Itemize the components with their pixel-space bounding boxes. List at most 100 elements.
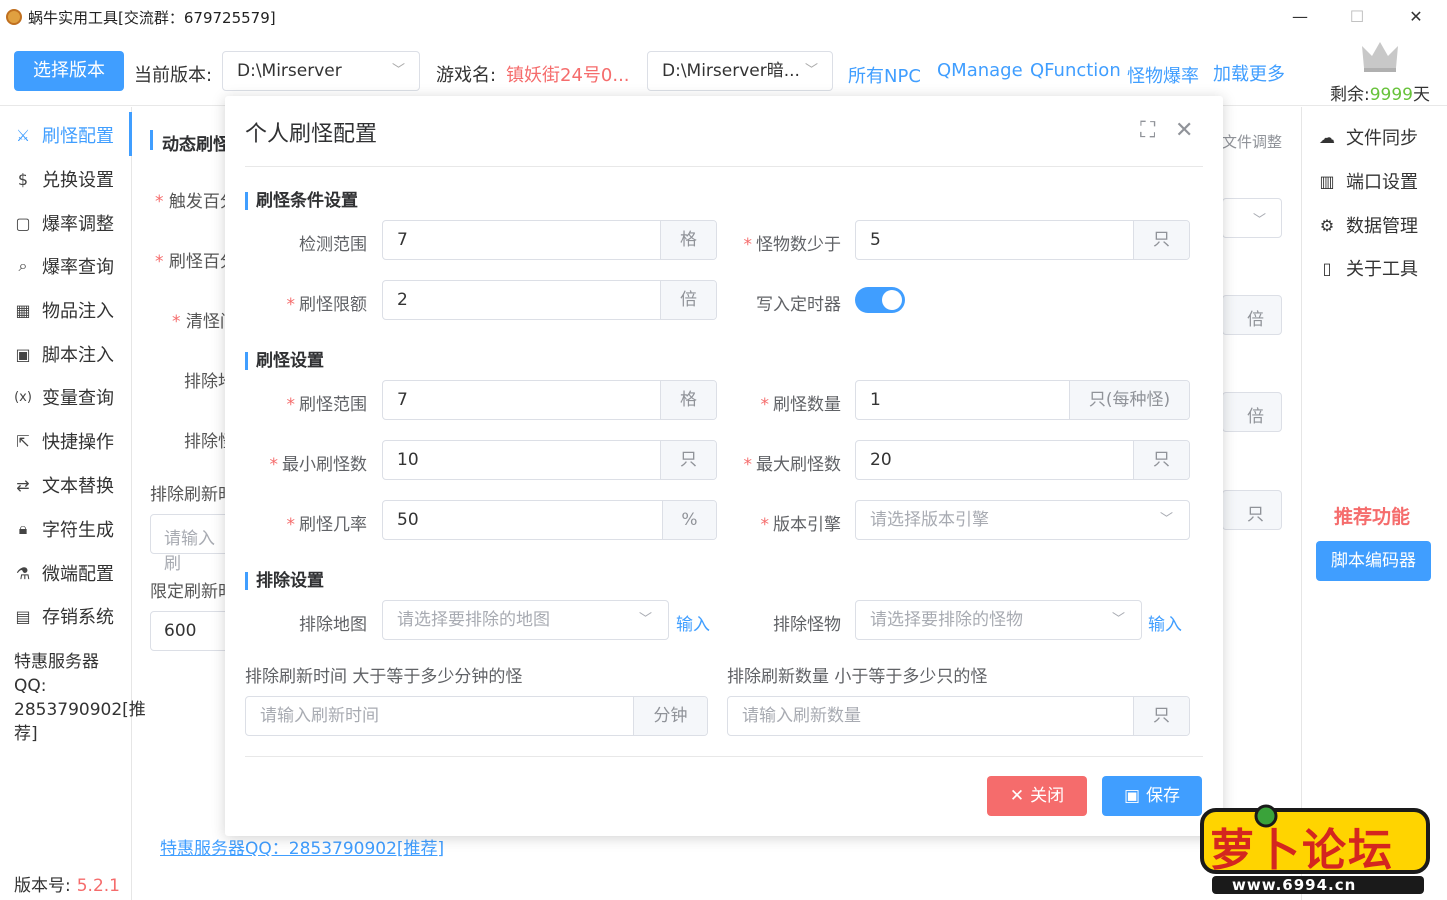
detect-range-label: 检测范围 — [299, 235, 367, 255]
write-timer-label: 写入定时器 — [756, 295, 841, 315]
sidebar-promo: 特惠服务器 QQ: 2853790902[推 荐] — [14, 652, 146, 744]
link-qmanage[interactable]: QManage — [937, 60, 1023, 81]
sidebar-item-drop-rate[interactable]: ▢ 爆率调整 — [12, 208, 114, 238]
current-version-label: 当前版本: — [134, 65, 213, 86]
sidebar-item-text-replace[interactable]: ⇄ 文本替换 — [12, 470, 114, 500]
close-icon: ✕ — [1009, 786, 1025, 806]
exclude-monster-label: 排除怪物 — [773, 615, 841, 635]
min-count-input[interactable]: 10 只 — [382, 440, 717, 480]
exclude-time-label: 排除刷新时间 大于等于多少分钟的怪 — [245, 667, 523, 687]
engine-select[interactable]: 请选择版本引擎 ﹀ — [855, 500, 1190, 540]
rs-item-port-settings[interactable]: ▥ 端口设置 — [1316, 168, 1418, 194]
dialog-close-button[interactable]: ✕ 关闭 — [987, 776, 1087, 816]
server-path-select[interactable]: D:\Mirserver暗... ﹀ — [647, 51, 833, 91]
sidebar-item-quick-action[interactable]: ⇱ 快捷操作 — [12, 426, 114, 456]
sidebar-item-item-inject[interactable]: ▦ 物品注入 — [12, 295, 114, 325]
exclude-qty-input[interactable]: 请输入刷新数量 只 — [727, 696, 1190, 736]
max-count-input[interactable]: 20 只 — [855, 440, 1190, 480]
tool-icon: ⚗ — [15, 563, 31, 583]
sidebar-item-exchange[interactable]: $ 兑换设置 — [12, 164, 114, 194]
sidebar-item-script-inject[interactable]: ▣ 脚本注入 — [12, 339, 114, 369]
close-window-button[interactable]: ✕ — [1396, 4, 1436, 30]
section-spawn: 刷怪设置 — [245, 352, 324, 370]
chevron-down-icon: ﹀ — [1159, 512, 1173, 527]
dialog-close-icon[interactable]: ✕ — [1175, 118, 1193, 143]
bg-unit-bei2: 倍 — [1222, 392, 1282, 432]
sidebar-item-spawn-config[interactable]: ⚔ 刷怪配置 — [12, 120, 114, 150]
footer-promo-link[interactable]: 特惠服务器QQ：2853790902[推荐] — [160, 834, 444, 859]
bg-exclude-refresh: 排除刷新时 — [150, 485, 235, 505]
current-version-select[interactable]: D:\Mirserver ﹀ — [222, 51, 420, 91]
port-icon: ▥ — [1319, 171, 1335, 191]
dialog-save-button[interactable]: ▣ 保存 — [1102, 776, 1202, 816]
sidebar-item-store-system[interactable]: ▤ 存销系统 — [12, 601, 114, 631]
link-all-npc[interactable]: 所有NPC — [848, 62, 921, 88]
sidebar-item-micro-client[interactable]: ⚗ 微端配置 — [12, 558, 114, 588]
monster-less-label: * 怪物数少于 — [743, 235, 842, 255]
variable-icon: (x) — [14, 389, 32, 405]
fullscreen-icon[interactable]: ⛶ — [1140, 118, 1155, 143]
maximize-button[interactable]: ☐ — [1337, 4, 1377, 30]
bg-section-bar — [150, 130, 153, 150]
clipboard-icon: ▯ — [1322, 258, 1332, 278]
exclude-monster-select[interactable]: 请选择要排除的怪物 ﹀ — [855, 600, 1142, 640]
game-name-value: 镇妖街24号0... — [506, 65, 630, 86]
external-link-icon: ⇱ — [16, 431, 30, 451]
bg-limit-input[interactable]: 600 — [150, 611, 230, 651]
title-bar: 蜗牛实用工具[交流群：679725579] — ☐ ✕ — [0, 0, 1447, 34]
link-load-more[interactable]: 加载更多 — [1213, 60, 1285, 86]
remaining-days: 9999 — [1369, 85, 1413, 105]
bg-unit-zhi: 只 — [1222, 490, 1282, 530]
version-info: 版本号: 5.2.1 — [14, 876, 120, 896]
exclude-time-input[interactable]: 请输入刷新时间 分钟 — [245, 696, 708, 736]
rs-item-file-sync[interactable]: ☁ 文件同步 — [1316, 124, 1418, 150]
bg-select-right[interactable]: ﹀ — [1222, 198, 1282, 238]
spawn-range-input[interactable]: 7 格 — [382, 380, 717, 420]
exclude-map-select[interactable]: 请选择要排除的地图 ﹀ — [382, 600, 669, 640]
exclude-map-label: 排除地图 — [299, 615, 367, 635]
forum-logo: 萝卜论坛 www.6994.cn — [1196, 800, 1436, 895]
section-exclude: 排除设置 — [245, 572, 324, 590]
select-version-button[interactable]: 选择版本 — [14, 51, 124, 91]
rs-item-data-manage[interactable]: ⚙ 数据管理 — [1316, 212, 1418, 238]
sidebar-item-drop-query[interactable]: ⌕ 爆率查询 — [12, 251, 114, 281]
link-monster-drop[interactable]: 怪物爆率 — [1127, 62, 1199, 88]
current-version-value: D:\Mirserver — [237, 61, 342, 81]
logo-text: 萝卜论坛 — [1210, 825, 1394, 876]
max-count-label: * 最大刷怪数 — [743, 455, 842, 475]
exclude-monster-input-link[interactable]: 输入 — [1148, 610, 1182, 635]
spawn-limit-input[interactable]: 2 倍 — [382, 280, 717, 320]
dialog-title: 个人刷怪配置 — [245, 122, 378, 147]
spawn-icon: ⚔ — [15, 125, 31, 145]
chevron-down-icon: ﹀ — [638, 612, 652, 627]
monster-less-input[interactable]: 5 只 — [855, 220, 1190, 260]
bg-section-title: 动态刷怪 — [162, 135, 230, 155]
exclude-map-input-link[interactable]: 输入 — [676, 610, 710, 635]
spawn-rate-input[interactable]: 50 % — [382, 500, 717, 540]
rs-item-about[interactable]: ▯ 关于工具 — [1316, 255, 1418, 281]
logo-url: www.6994.cn — [1232, 876, 1357, 894]
link-qfunction[interactable]: QFunction — [1030, 60, 1121, 81]
bg-limit-refresh: 限定刷新时 — [150, 582, 235, 602]
active-indicator — [129, 112, 132, 156]
engine-label: * 版本引擎 — [760, 515, 842, 535]
bg-refresh-input[interactable]: 请输入刷 — [150, 514, 230, 574]
exclude-qty-label: 排除刷新数量 小于等于多少只的怪 — [727, 667, 988, 687]
spawn-rate-label: * 刷怪几率 — [286, 515, 368, 535]
recommend-title: 推荐功能 — [1334, 506, 1411, 528]
minimize-button[interactable]: — — [1280, 4, 1320, 30]
sidebar-item-char-gen[interactable]: 🔒︎ 字符生成 — [12, 514, 114, 544]
window-title: 蜗牛实用工具[交流群：679725579] — [28, 8, 276, 27]
sidebar-item-variable-query[interactable]: (x) 变量查询 — [12, 382, 114, 412]
game-name-label: 游戏名: — [436, 65, 497, 86]
replace-icon: ⇄ — [16, 475, 30, 495]
search-icon: ⌕ — [18, 256, 28, 275]
detect-range-input[interactable]: 7 格 — [382, 220, 717, 260]
spawn-range-label: * 刷怪范围 — [286, 395, 368, 415]
script-encoder-button[interactable]: 脚本编码器 — [1316, 541, 1431, 581]
crown-icon — [1362, 42, 1398, 72]
write-timer-switch[interactable] — [855, 287, 905, 313]
grid-icon: ▦ — [15, 300, 31, 320]
spawn-count-input[interactable]: 1 只(每种怪) — [855, 380, 1190, 420]
snail-app-icon — [6, 9, 22, 25]
